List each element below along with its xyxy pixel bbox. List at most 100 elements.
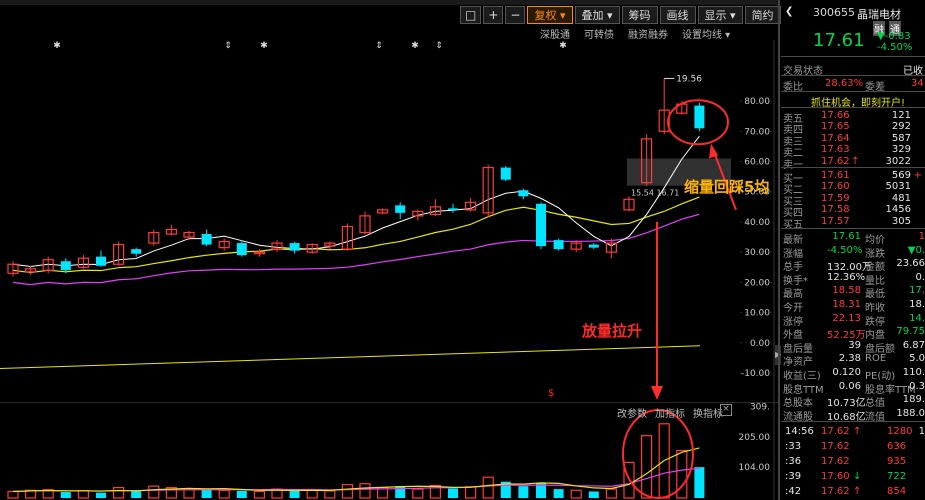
mid-label: 15.54 16.71 bbox=[631, 189, 679, 198]
tick-volume: 1280 bbox=[887, 426, 913, 437]
ask-volume: 329 bbox=[891, 144, 911, 156]
bid-volume: 1456 bbox=[885, 204, 911, 216]
zoom-in-button[interactable]: + bbox=[483, 6, 504, 24]
stat-value: 5.0 bbox=[909, 353, 925, 365]
bid-row[interactable]: 买五 17.57 305 bbox=[781, 216, 925, 231]
stat-value: 79.75 bbox=[896, 326, 925, 338]
event-marker-icon: ✱ bbox=[559, 41, 567, 51]
adjust-button[interactable]: 复权 ▾ bbox=[527, 6, 573, 24]
zoom-out-button[interactable]: − bbox=[505, 6, 526, 24]
stat-row: 涨幅 -4.50% 涨跌 ▼0. bbox=[781, 244, 925, 260]
event-marker-icon: ✱ bbox=[53, 41, 61, 51]
bid-price: 17.61 bbox=[821, 170, 850, 181]
volume-bar bbox=[218, 489, 230, 499]
volume-ellipse bbox=[622, 409, 694, 499]
ask-row[interactable]: 卖五 17.66 121 bbox=[781, 110, 925, 125]
volume-bar bbox=[236, 490, 247, 498]
bid-row[interactable]: 买二 17.60 5031 bbox=[781, 181, 925, 196]
annotation-shrink-text: 缩量回踩5均 bbox=[684, 178, 770, 196]
stat-value: 110. bbox=[902, 367, 925, 378]
link-convertible[interactable]: 可转债 bbox=[584, 26, 614, 41]
bid-row[interactable]: 买三 17.59 481 bbox=[781, 193, 925, 208]
price-axis-label: 80.00 bbox=[744, 97, 770, 107]
tick-row: 14:56 17.62 ↑ 1280 1 bbox=[781, 426, 925, 438]
stat-value: 23.66 bbox=[896, 258, 925, 270]
ma20-line bbox=[12, 213, 700, 286]
divider bbox=[781, 228, 925, 229]
display-button[interactable]: 显示 ▾ bbox=[697, 6, 743, 24]
stat-value: 0. bbox=[915, 271, 925, 283]
overlay-button[interactable]: 叠加 ▾ bbox=[574, 6, 620, 24]
tick-volume: 935 bbox=[887, 456, 907, 467]
change-arrow-icon: ▼ bbox=[877, 31, 885, 42]
ask-row[interactable]: 卖二 17.63 329 bbox=[781, 144, 925, 159]
ask-row[interactable]: 卖三 17.64 587 bbox=[781, 132, 925, 148]
event-marker-icon: ✱ bbox=[260, 41, 268, 51]
tick-time: :33 bbox=[785, 441, 802, 452]
status-row: 交易状态 已收 bbox=[781, 62, 925, 77]
candle-body bbox=[96, 256, 106, 266]
adjust-label: 复权 bbox=[534, 9, 557, 22]
tick-row: :33 17.62 636 bbox=[781, 441, 925, 453]
add-indicator-button[interactable]: 加指标 bbox=[655, 405, 685, 420]
ask-price: 17.65 bbox=[821, 121, 850, 133]
stat-row: 换手* 12.36% 量比 0. bbox=[781, 271, 925, 287]
stat-value: 18. bbox=[909, 299, 925, 310]
stat-value: 0.120 bbox=[832, 367, 861, 378]
chips-button[interactable]: 筹码 bbox=[621, 6, 658, 24]
tick-price: 17.60 bbox=[821, 471, 850, 482]
tick-price: 17.62 bbox=[821, 486, 850, 497]
tick-price: 17.62 bbox=[821, 441, 850, 452]
ask-row[interactable]: 卖一 17.62 ↑ 3022 bbox=[781, 155, 925, 171]
stat-value: 0.06 bbox=[838, 380, 861, 392]
tick-row: :39 17.60 ↓ 722 bbox=[781, 471, 925, 483]
stat-row: 外盘 52.25万 内盘 79.75 bbox=[781, 326, 925, 341]
divider bbox=[781, 75, 925, 76]
link-hk-connect[interactable]: 深股通 bbox=[540, 26, 570, 41]
price-axis-label: 30.00 bbox=[744, 248, 770, 258]
tick-time: :42 bbox=[785, 486, 802, 497]
back-arrow-icon[interactable]: ❮ bbox=[785, 6, 793, 17]
window-icon[interactable]: □ bbox=[460, 6, 482, 24]
ask-price: 17.64 bbox=[821, 132, 850, 144]
ask-volume: 587 bbox=[891, 132, 911, 144]
tick-row: :42 17.62 ↑ 854 bbox=[781, 486, 925, 498]
ask-row[interactable]: 卖四 17.65 292 bbox=[781, 121, 925, 136]
tick-direction-icon: ↑ bbox=[853, 486, 862, 497]
simple-button[interactable]: 简约 bbox=[744, 6, 781, 24]
change-percent: -4.50% bbox=[877, 42, 913, 53]
volume-bar bbox=[553, 489, 564, 498]
panel-divider[interactable] bbox=[778, 0, 780, 500]
event-marker-icon: ⇕ bbox=[224, 41, 232, 51]
volume-bar bbox=[465, 486, 477, 499]
promo-banner[interactable]: 抓住机会，即刻开户! bbox=[781, 94, 925, 109]
switch-indicator-button[interactable]: 换指标 bbox=[693, 405, 723, 420]
bid-row[interactable]: 买四 17.58 1456 bbox=[781, 204, 925, 219]
vol-ma5-line bbox=[12, 447, 700, 493]
stat-row: 盘后量 39 盘后额 6.87 bbox=[781, 340, 925, 355]
change-params-button[interactable]: 改参数 bbox=[617, 405, 647, 420]
up-arrow-icon: ↑ bbox=[851, 155, 860, 167]
tick-price: 17.62 bbox=[821, 456, 850, 467]
volume-bar bbox=[60, 492, 71, 498]
stat-value: 17.61 bbox=[832, 231, 861, 242]
link-margin[interactable]: 融资融券 bbox=[628, 26, 668, 41]
close-icon[interactable]: × bbox=[720, 404, 732, 416]
stat-value: ▼0. bbox=[907, 244, 925, 256]
candle-body bbox=[236, 243, 247, 256]
candle-body bbox=[131, 249, 142, 254]
volume-bar bbox=[605, 488, 618, 499]
candle-body bbox=[201, 234, 212, 245]
bid-row[interactable]: 买一 17.61 569 + bbox=[781, 170, 925, 185]
price-chart[interactable]: 80.0070.0060.0050.0040.0030.0020.0010.00… bbox=[0, 40, 778, 402]
candle-body bbox=[553, 240, 564, 250]
link-ma-settings[interactable]: 设置均线 ▾ bbox=[682, 26, 730, 41]
bid-volume: 5031 bbox=[885, 181, 911, 193]
volume-axis-label: 104.00 bbox=[739, 463, 771, 473]
stat-value: 12.36% bbox=[827, 271, 866, 283]
draw-line-button[interactable]: 画线 bbox=[659, 6, 696, 24]
volume-bar bbox=[253, 490, 265, 499]
price-axis-label: 40.00 bbox=[744, 218, 770, 228]
tick-volume: 854 bbox=[887, 486, 907, 497]
tick-time: 14:56 bbox=[785, 426, 814, 437]
